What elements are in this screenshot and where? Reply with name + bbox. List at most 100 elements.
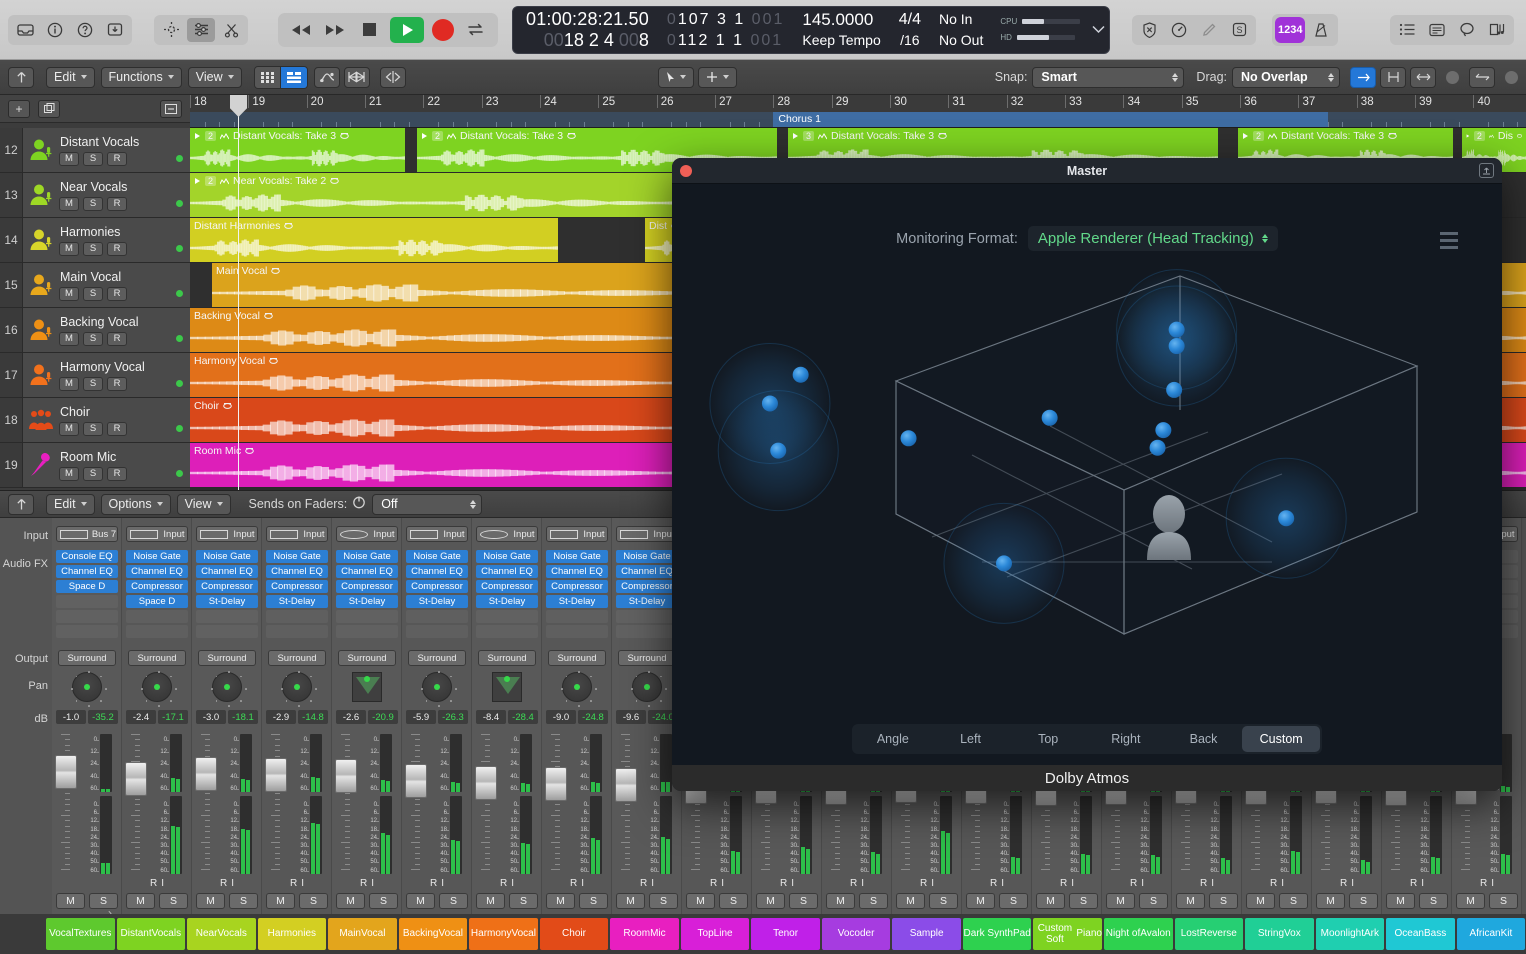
- channel-i-button[interactable]: I: [1001, 878, 1004, 891]
- channel-volume-value[interactable]: -9.6: [616, 710, 646, 724]
- channel-peak-value[interactable]: -17.1: [158, 710, 188, 724]
- track-name-chip[interactable]: Vocoder: [822, 918, 891, 950]
- audio-fx-slot[interactable]: Space D: [56, 580, 118, 593]
- channel-mute-solo-row[interactable]: MS: [1316, 893, 1378, 909]
- channel-mute-button[interactable]: M: [126, 893, 155, 909]
- audio-fx-slot-empty[interactable]: [546, 610, 608, 623]
- channel-input-select[interactable]: Input: [476, 526, 538, 542]
- channel-r-button[interactable]: R: [290, 878, 297, 891]
- volume-fader[interactable]: [615, 768, 637, 802]
- channel-mute-button[interactable]: M: [1036, 893, 1065, 909]
- channel-input-select[interactable]: Input: [266, 526, 328, 542]
- track-m-button[interactable]: M: [59, 422, 79, 436]
- channel-solo-button[interactable]: S: [1069, 893, 1098, 909]
- channel-mute-solo-row[interactable]: MS: [826, 893, 888, 909]
- view-button-right[interactable]: Right: [1087, 726, 1165, 752]
- volume-fader[interactable]: [405, 764, 427, 798]
- lcd-bars[interactable]: 0107 3 1 001 0112 1 1 001: [658, 7, 793, 53]
- channel-fader-area[interactable]: 0122440600612182430405060: [332, 730, 402, 878]
- audio-fx-slot[interactable]: Compressor: [336, 580, 398, 593]
- channel-fader-area[interactable]: 0122440600612182430405060: [542, 730, 612, 878]
- audio-fx-slot-empty[interactable]: [126, 610, 188, 623]
- channel-output-select[interactable]: Surround: [548, 650, 606, 666]
- atmos-object[interactable]: [762, 395, 778, 411]
- audio-fx-slot-empty[interactable]: [56, 610, 118, 623]
- audio-fx-slot[interactable]: Channel EQ: [56, 565, 118, 578]
- channel-volume-value[interactable]: -2.4: [126, 710, 156, 724]
- info-icon[interactable]: [41, 18, 69, 42]
- forward-icon[interactable]: [322, 18, 348, 42]
- channel-r-button[interactable]: R: [1410, 878, 1417, 891]
- atmos-3d-view[interactable]: [672, 262, 1502, 672]
- track-header[interactable]: HarmoniesMSR: [22, 218, 190, 262]
- channel-mute-button[interactable]: M: [896, 893, 925, 909]
- channel-strip[interactable]: InputNoise GateChannel EQCompressorSt-De…: [332, 518, 402, 914]
- audio-fx-slot-empty[interactable]: [56, 625, 118, 638]
- channel-i-button[interactable]: I: [651, 878, 654, 891]
- channel-i-button[interactable]: I: [931, 878, 934, 891]
- channel-r-button[interactable]: R: [1480, 878, 1487, 891]
- track-r-button[interactable]: R: [107, 377, 127, 391]
- channel-record-row[interactable]: RI: [546, 878, 608, 891]
- channel-mute-solo-row[interactable]: MS: [196, 893, 258, 909]
- channel-db-row[interactable]: -9.6-24.0: [616, 710, 678, 724]
- pan-knob[interactable]: [562, 672, 592, 702]
- channel-output-select[interactable]: Surround: [338, 650, 396, 666]
- track-header[interactable]: Near VocalsMSR: [22, 173, 190, 217]
- audio-fx-slot[interactable]: Channel EQ: [546, 565, 608, 578]
- functions-menu[interactable]: Functions: [101, 67, 182, 88]
- region[interactable]: 2Near Vocals: Take 2: [190, 173, 675, 217]
- channel-record-row[interactable]: RI: [966, 878, 1028, 891]
- audio-fx-slot[interactable]: St-Delay: [616, 595, 678, 608]
- channel-r-button[interactable]: R: [430, 878, 437, 891]
- channel-mute-solo-row[interactable]: MS: [1106, 893, 1168, 909]
- atmos-object[interactable]: [770, 443, 786, 459]
- channel-i-button[interactable]: I: [371, 878, 374, 891]
- channel-i-button[interactable]: I: [441, 878, 444, 891]
- channel-fader-area[interactable]: 0122440600612182430405060: [52, 730, 122, 878]
- channel-mute-button[interactable]: M: [1456, 893, 1485, 909]
- channel-i-button[interactable]: I: [721, 878, 724, 891]
- channel-mute-button[interactable]: M: [196, 893, 225, 909]
- track-name-chip[interactable]: NearVocals: [187, 918, 256, 950]
- track-s-button[interactable]: S: [83, 197, 103, 211]
- track-m-button[interactable]: M: [59, 332, 79, 346]
- audio-fx-slot[interactable]: Channel EQ: [616, 565, 678, 578]
- track-m-button[interactable]: M: [59, 467, 79, 481]
- audio-fx-slot[interactable]: St-Delay: [336, 595, 398, 608]
- channel-output-select[interactable]: Surround: [478, 650, 536, 666]
- track-icon[interactable]: [23, 398, 59, 442]
- media-icon[interactable]: [1483, 18, 1511, 42]
- channel-r-button[interactable]: R: [710, 878, 717, 891]
- audio-fx-slot-empty[interactable]: [406, 625, 468, 638]
- channel-solo-button[interactable]: S: [789, 893, 818, 909]
- channel-i-button[interactable]: I: [1141, 878, 1144, 891]
- audio-fx-slot-empty[interactable]: [406, 610, 468, 623]
- channel-i-button[interactable]: I: [161, 878, 164, 891]
- audio-fx-slot[interactable]: Channel EQ: [266, 565, 328, 578]
- lcd-time-signature[interactable]: 4/4 /16: [890, 7, 930, 53]
- channel-peak-value[interactable]: -20.9: [368, 710, 398, 724]
- s-box-icon[interactable]: S: [1225, 18, 1253, 42]
- channel-r-button[interactable]: R: [570, 878, 577, 891]
- audio-fx-slot[interactable]: Noise Gate: [476, 550, 538, 563]
- channel-i-button[interactable]: I: [231, 878, 234, 891]
- audio-fx-slot[interactable]: Compressor: [476, 580, 538, 593]
- channel-peak-value[interactable]: -14.8: [298, 710, 328, 724]
- channel-mute-solo-row[interactable]: MS: [476, 893, 538, 909]
- channel-mute-solo-row[interactable]: MS: [896, 893, 958, 909]
- track-header[interactable]: Harmony VocalMSR: [22, 353, 190, 397]
- drag-select[interactable]: No Overlap: [1232, 67, 1340, 88]
- channel-mute-button[interactable]: M: [966, 893, 995, 909]
- channel-mute-solo-row[interactable]: MS: [336, 893, 398, 909]
- channel-input-select[interactable]: Input: [546, 526, 608, 542]
- track-enable-indicator[interactable]: [176, 380, 183, 387]
- list-icon[interactable]: [1393, 18, 1421, 42]
- volume-fader[interactable]: [335, 759, 357, 793]
- channel-r-button[interactable]: R: [1340, 878, 1347, 891]
- channel-mute-button[interactable]: M: [476, 893, 505, 909]
- atmos-object[interactable]: [1169, 322, 1185, 338]
- atmos-object[interactable]: [1166, 382, 1182, 398]
- surround-panner[interactable]: [492, 672, 522, 702]
- up-arrow-icon[interactable]: [8, 494, 34, 515]
